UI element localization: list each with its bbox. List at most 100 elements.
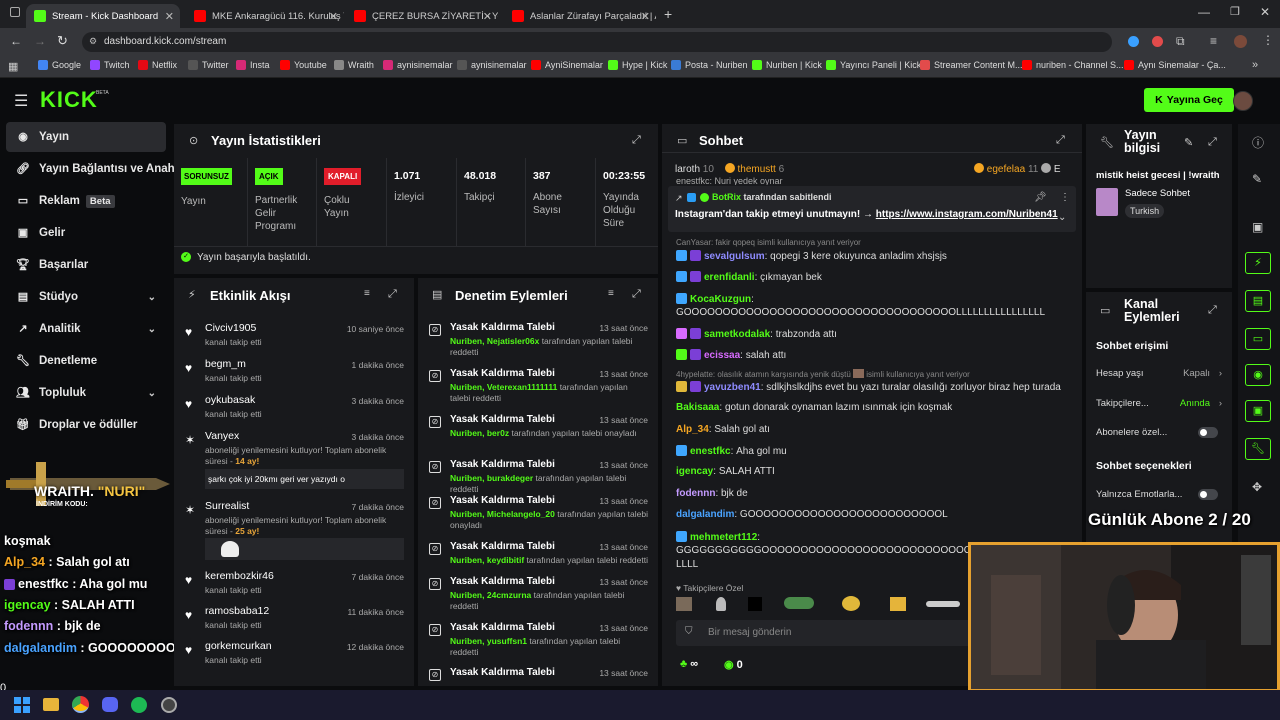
quick-action-list-icon[interactable]: ▤ — [1245, 290, 1271, 312]
chat-username[interactable]: Alp_34 — [676, 424, 709, 435]
extension-icon[interactable] — [1128, 36, 1139, 47]
expand-icon[interactable]: ⤢ — [632, 288, 641, 301]
chat-username[interactable]: sametkodalak — [704, 329, 770, 340]
activity-username[interactable]: Civciv1905 — [205, 322, 256, 334]
expand-icon[interactable]: ⤢ — [1208, 304, 1217, 317]
chatter-name[interactable]: themustt — [737, 164, 775, 175]
media-icon[interactable]: ≡ — [1210, 34, 1217, 48]
chatter-name[interactable]: egefelaa — [987, 164, 1025, 175]
chat-username[interactable]: Bakisaaa — [676, 402, 719, 413]
bookmark-item[interactable]: Streamer Content M... — [920, 60, 1023, 70]
bookmark-item[interactable]: Aynı Sinemalar - Ça... — [1124, 60, 1226, 70]
sidebar-item-drops[interactable]: 🎁︎ Droplar ve ödüller — [6, 410, 166, 440]
chat-username[interactable]: fodennn — [676, 488, 715, 499]
discord-icon[interactable] — [102, 697, 118, 712]
sidebar-item-ads[interactable]: ▭ Reklam Beta — [6, 186, 166, 216]
chat-username[interactable]: sevalgulsum — [704, 251, 765, 262]
maximize-icon[interactable]: ❐ — [1230, 5, 1240, 18]
emote-icon[interactable] — [784, 597, 814, 609]
more-bookmarks-icon[interactable]: » — [1252, 59, 1258, 71]
chevron-down-icon[interactable]: ⌄ — [1058, 212, 1066, 223]
hamburger-menu-icon[interactable]: ☰ — [14, 91, 28, 111]
tab-youtube-1[interactable]: MKE Ankaragücü 116. Kuruluş Y ✕ — [186, 4, 344, 28]
quick-action-record-icon[interactable]: ◉ — [1245, 364, 1271, 386]
quick-action-monitor-icon[interactable]: ▣ — [1245, 400, 1271, 422]
sidebar-item-yayin[interactable]: ◉ Yayın — [6, 122, 166, 152]
chat-username[interactable]: yavuzben41 — [704, 382, 761, 393]
bookmark-item[interactable]: Netflix — [138, 60, 177, 70]
address-input[interactable]: ⚙ dashboard.kick.com/stream — [82, 32, 1112, 52]
subscribers-only-toggle[interactable] — [1198, 427, 1218, 438]
chat-username[interactable]: erenfidanli — [704, 272, 755, 283]
minimize-icon[interactable]: — — [1198, 5, 1210, 19]
stream-tag[interactable]: Turkish — [1125, 204, 1165, 218]
quick-action-chat-icon[interactable]: ▭ — [1245, 328, 1271, 350]
extensions-icon[interactable]: ✥ — [1252, 480, 1262, 494]
back-icon[interactable]: ← — [10, 34, 22, 48]
tab-youtube-3[interactable]: Aslanlar Zürafayı Parçaladı! | Af ✕ — [504, 4, 656, 28]
followers-only-row[interactable]: Takipçilere... Anında › — [1096, 398, 1222, 409]
expand-icon[interactable]: ⤢ — [632, 134, 641, 147]
edit-icon[interactable]: ✎ — [1252, 172, 1262, 186]
close-tab-icon[interactable]: ✕ — [641, 10, 650, 23]
extensions-puzzle-icon[interactable]: ⧉ — [1176, 34, 1185, 49]
bookmark-item[interactable]: Insta — [236, 60, 270, 70]
chat-username[interactable]: KocaKuzgun — [690, 294, 751, 305]
emotes-only-toggle[interactable] — [1198, 489, 1218, 500]
filter-icon[interactable]: ≡ — [364, 288, 370, 299]
close-tab-icon[interactable]: ✕ — [483, 10, 492, 23]
bookmark-item[interactable]: nuriben - Channel S... — [1022, 60, 1124, 70]
activity-username[interactable]: ramosbaba12 — [205, 605, 269, 617]
close-tab-icon[interactable]: ✕ — [165, 10, 174, 23]
tab-search-icon[interactable] — [10, 7, 20, 17]
activity-username[interactable]: begm_m — [205, 358, 246, 370]
filter-icon[interactable]: ≡ — [608, 288, 614, 299]
sidebar-item-studio[interactable]: ▤ Stüdyo ⌄ — [6, 282, 166, 312]
file-explorer-icon[interactable] — [43, 698, 59, 711]
bookmark-item[interactable]: AyniSinemalar — [531, 60, 603, 70]
category-thumbnail[interactable] — [1096, 188, 1118, 216]
bookmark-item[interactable]: aynisinemalar — [457, 60, 527, 70]
kick-logo[interactable]: KICK — [40, 87, 98, 113]
forward-icon[interactable]: → — [34, 34, 46, 48]
reload-icon[interactable]: ↻ — [57, 33, 68, 49]
extension-icon[interactable] — [1152, 36, 1163, 47]
sidebar-item-revenue[interactable]: ▣ Gelir — [6, 218, 166, 248]
user-avatar[interactable] — [1233, 91, 1253, 111]
bookmark-item[interactable]: Youtube — [280, 60, 327, 70]
spotify-icon[interactable] — [131, 697, 147, 713]
quick-action-lightning-icon[interactable]: ⚡︎ — [1245, 252, 1271, 274]
emote-icon[interactable] — [842, 596, 860, 611]
expand-icon[interactable]: ⤢ — [1208, 136, 1217, 149]
apps-grid-icon[interactable]: ▦ — [8, 60, 18, 73]
emote-icon[interactable] — [890, 597, 906, 611]
bookmark-item[interactable]: Posta - Nuriben — [671, 60, 748, 70]
kicks-balance[interactable]: ◉ 0 — [724, 658, 743, 671]
chat-username[interactable]: ecissaa — [704, 350, 740, 361]
info-icon[interactable]: ⓘ — [1252, 134, 1264, 151]
chat-username[interactable]: igencay — [676, 466, 713, 477]
tab-youtube-2[interactable]: ÇEREZ BURSA ZİYARETİ - YouTu✕ — [346, 4, 498, 28]
activity-username[interactable]: oykubasak — [205, 394, 255, 406]
chatter-name[interactable]: laroth — [675, 164, 700, 175]
sidebar-item-stream-key[interactable]: 🔗︎Yayın Bağlantısı ve Anahtar — [6, 154, 174, 184]
unpin-icon[interactable]: 📌︎ — [1034, 192, 1047, 203]
pinned-link[interactable]: https://www.instagram.com/Nuriben41 — [876, 209, 1058, 220]
site-info-icon[interactable]: ⚙ — [89, 36, 97, 47]
bookmark-item[interactable]: Nuriben | Kick — [752, 60, 822, 70]
windows-start-icon[interactable] — [14, 697, 30, 713]
emote-icon[interactable] — [676, 597, 692, 611]
account-age-row[interactable]: Hesap yaşı Kapalı › — [1096, 368, 1222, 379]
emote-icon[interactable] — [926, 601, 960, 607]
bookmark-item[interactable]: Wraith — [334, 60, 374, 70]
profile-avatar[interactable] — [1234, 35, 1247, 48]
new-tab-icon[interactable]: + — [664, 6, 672, 22]
chat-username[interactable]: enestfkc — [690, 446, 731, 457]
more-options-icon[interactable]: ⋮ — [1060, 192, 1070, 203]
bookmark-item[interactable]: Twitch — [90, 60, 130, 70]
chrome-icon[interactable] — [72, 696, 89, 713]
chat-username[interactable]: dalgalandim — [676, 509, 734, 520]
tab-kick-dashboard[interactable]: Stream - Kick Dashboard ✕ — [26, 4, 180, 28]
sidebar-item-moderation[interactable]: 🔧︎ Denetleme — [6, 346, 166, 376]
emote-icon[interactable] — [748, 597, 762, 611]
